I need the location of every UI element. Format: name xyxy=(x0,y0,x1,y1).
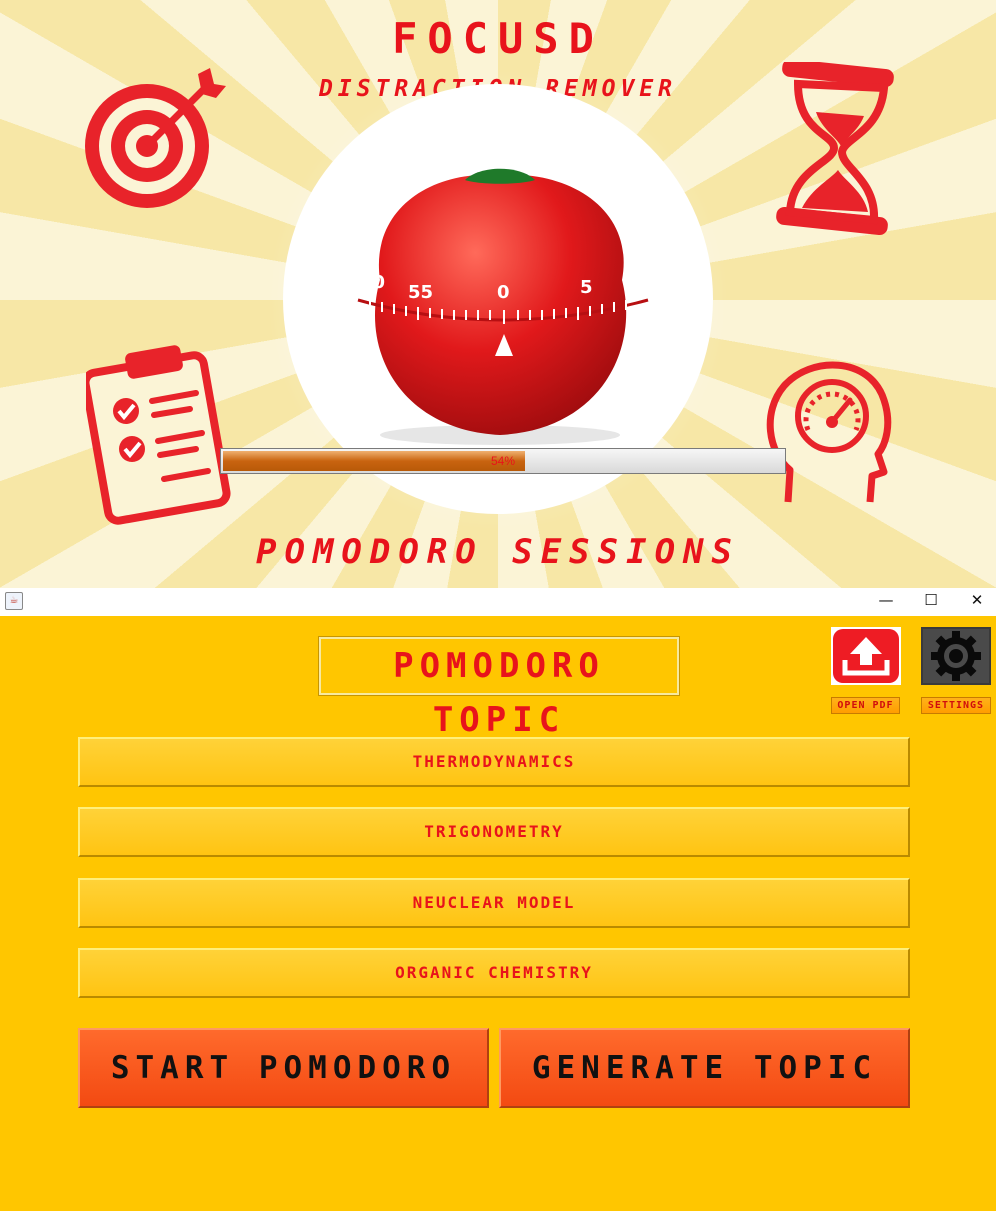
start-pomodoro-button[interactable]: START POMODORO xyxy=(78,1028,489,1108)
head-speedometer-icon xyxy=(766,361,892,503)
dial-label: 5 xyxy=(580,277,593,298)
progress-label: 54% xyxy=(490,454,516,468)
topic-button[interactable]: ORGANIC CHEMISTRY xyxy=(78,948,910,998)
tomato-timer-icon: 50 55 0 5 10 xyxy=(357,168,653,445)
topic-button[interactable]: TRIGONOMETRY xyxy=(78,807,910,857)
upload-icon xyxy=(831,627,901,685)
minimize-button[interactable]: — xyxy=(863,588,909,614)
hourglass-icon xyxy=(776,62,894,236)
open-pdf-label[interactable]: OPEN PDF xyxy=(831,697,900,714)
settings-button[interactable] xyxy=(921,627,991,685)
topic-button[interactable]: THERMODYNAMICS xyxy=(78,737,910,787)
open-pdf-button[interactable] xyxy=(831,627,901,685)
main-panel: POMODORO TOPIC OPEN PDF SETTINGS THERMOD… xyxy=(0,616,996,1211)
pomodoro-topic-heading: POMODORO TOPIC xyxy=(318,636,680,740)
splash-screen: FOCUSD DISTRACTION REMOVER xyxy=(0,0,996,588)
topic-button[interactable]: NEUCLEAR MODEL xyxy=(78,878,910,928)
dial-label: 50 xyxy=(360,272,385,293)
window-titlebar: ☕ — ☐ ✕ xyxy=(0,588,996,616)
loading-progress-bar: 54% xyxy=(220,448,786,474)
maximize-button[interactable]: ☐ xyxy=(908,588,954,614)
generate-topic-button[interactable]: GENERATE TOPIC xyxy=(499,1028,910,1108)
checklist-icon xyxy=(86,345,231,525)
dial-label: 0 xyxy=(497,282,510,303)
app-title: FOCUSD xyxy=(392,14,604,63)
close-button[interactable]: ✕ xyxy=(954,588,996,614)
sessions-title: POMODORO SESSIONS xyxy=(256,532,740,572)
dial-label: 10 xyxy=(628,268,653,289)
dial-label: 55 xyxy=(408,282,433,303)
gear-icon xyxy=(921,627,991,685)
java-app-icon: ☕ xyxy=(5,592,23,610)
settings-label[interactable]: SETTINGS xyxy=(921,697,991,714)
target-icon xyxy=(85,68,226,208)
